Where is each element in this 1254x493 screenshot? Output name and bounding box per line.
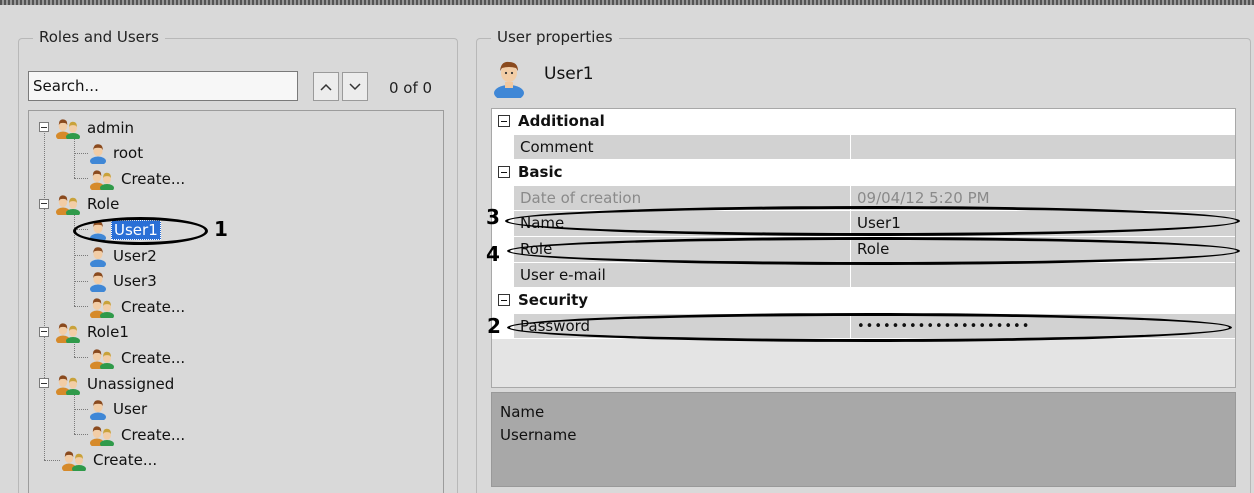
tree-collapse-toggle[interactable] [39,378,49,388]
tree-item-label: Create... [121,425,186,444]
group-icon [55,321,81,346]
annotation-ellipse-user1 [73,217,208,245]
category-label: Basic [518,163,563,182]
group-icon [61,449,87,474]
tree-connector [74,255,88,256]
tree-item-label: Role [87,195,120,214]
user-icon [89,270,107,294]
tree-connector [74,357,88,359]
group-icon [55,373,81,397]
tree-connector [74,393,75,435]
search-input[interactable] [28,71,298,101]
tree-item-label: root [113,144,144,163]
property-row-user-e-mail[interactable]: User e-mail [492,262,1235,289]
tree-item-create-create[interactable]: Create... [89,166,187,192]
chevron-down-icon [349,82,361,90]
tree-connector [74,408,88,410]
group-icon [55,117,81,141]
tree-item-user-user[interactable]: User [89,397,149,422]
property-value[interactable] [851,134,1235,161]
tree-item-create-create[interactable]: Create... [89,422,187,448]
group-icon [55,193,81,218]
tree-item-role-role1[interactable]: Role1 [55,320,131,346]
tree-item-label: User2 [113,246,157,265]
tree-connector [44,459,60,461]
search-match-count: 0 of 0 [389,79,433,97]
tree-item-user-root[interactable]: root [89,141,145,166]
annotation-ellipse-name [505,206,1240,236]
tree-item-label: Unassigned [87,374,175,393]
annotation-ellipse-password [507,313,1232,342]
tree-connector [74,137,75,179]
property-name: User e-mail [514,262,850,289]
annotation-number-4: 4 [486,242,500,266]
screen: Roles and Users 0 of 0 admin root Create..… [0,0,1254,493]
group-icon [89,296,115,320]
tree-item-label: Create... [121,297,186,316]
tree-item-role-admin[interactable]: admin [55,115,136,141]
annotation-number-3: 3 [486,205,500,229]
user-icon [89,245,107,268]
category-label: Security [518,291,589,310]
tree-item-label: Role1 [87,323,129,342]
user-icon [89,398,107,422]
row-gutter [492,262,514,289]
tree-item-create-create[interactable]: Create... [61,448,159,474]
tree-item-label: Create... [121,348,186,367]
tree-connector [74,178,88,180]
category-label: Additional [518,112,605,130]
property-value[interactable] [851,262,1235,289]
tree-connector [44,127,45,460]
tree-collapse-toggle[interactable] [39,122,49,132]
row-gutter [492,134,514,161]
annotation-number-1: 1 [214,217,228,241]
chevron-up-icon [320,83,332,91]
property-description: Name Username [491,392,1236,487]
search-next-button[interactable] [342,72,368,101]
user-icon [89,142,107,166]
property-description-text: Username [500,426,577,444]
user-icon [494,61,524,98]
annotation-number-2: 2 [487,314,501,338]
user-properties-title: User properties [491,28,619,46]
tree-item-create-create[interactable]: Create... [89,294,187,320]
roles-and-users-title: Roles and Users [33,28,165,46]
tree-connector [74,306,88,308]
collapse-icon[interactable] [498,166,510,179]
tree-collapse-toggle[interactable] [39,198,49,209]
collapse-icon[interactable] [498,294,510,307]
group-icon [89,168,115,192]
property-row-comment[interactable]: Comment [492,134,1235,161]
group-icon [89,424,115,448]
tree-item-user-user2[interactable]: User2 [89,243,159,268]
property-name: Comment [514,134,850,161]
tree-item-role-unassigned[interactable]: Unassigned [55,371,176,397]
tree-item-label: admin [87,118,134,137]
tree-connector [74,434,88,436]
tree-item-label: User3 [113,272,157,291]
tree-item-label: User [113,400,148,419]
search-previous-button[interactable] [313,72,339,101]
tree-connector [74,152,88,154]
category-basic[interactable]: Basic [492,160,1235,186]
group-icon [89,347,115,371]
roles-users-tree[interactable]: admin root Create... Role User1 User2 User3 Cre… [28,110,444,493]
tree-item-label: Create... [93,451,158,470]
collapse-icon[interactable] [498,115,510,127]
property-description-title: Name [500,403,545,421]
tree-item-user-user3[interactable]: User3 [89,269,159,294]
annotation-ellipse-role [507,237,1240,265]
selected-user-name: User1 [544,64,594,84]
category-security[interactable]: Security [492,288,1235,314]
tree-connector [74,280,88,282]
category-additional[interactable]: Additional [492,109,1235,135]
tree-item-label: Create... [121,169,186,188]
top-border [0,0,1254,5]
tree-item-role-role[interactable]: Role [55,192,121,218]
tree-item-create-create[interactable]: Create... [89,345,187,371]
tree-collapse-toggle[interactable] [39,326,49,337]
